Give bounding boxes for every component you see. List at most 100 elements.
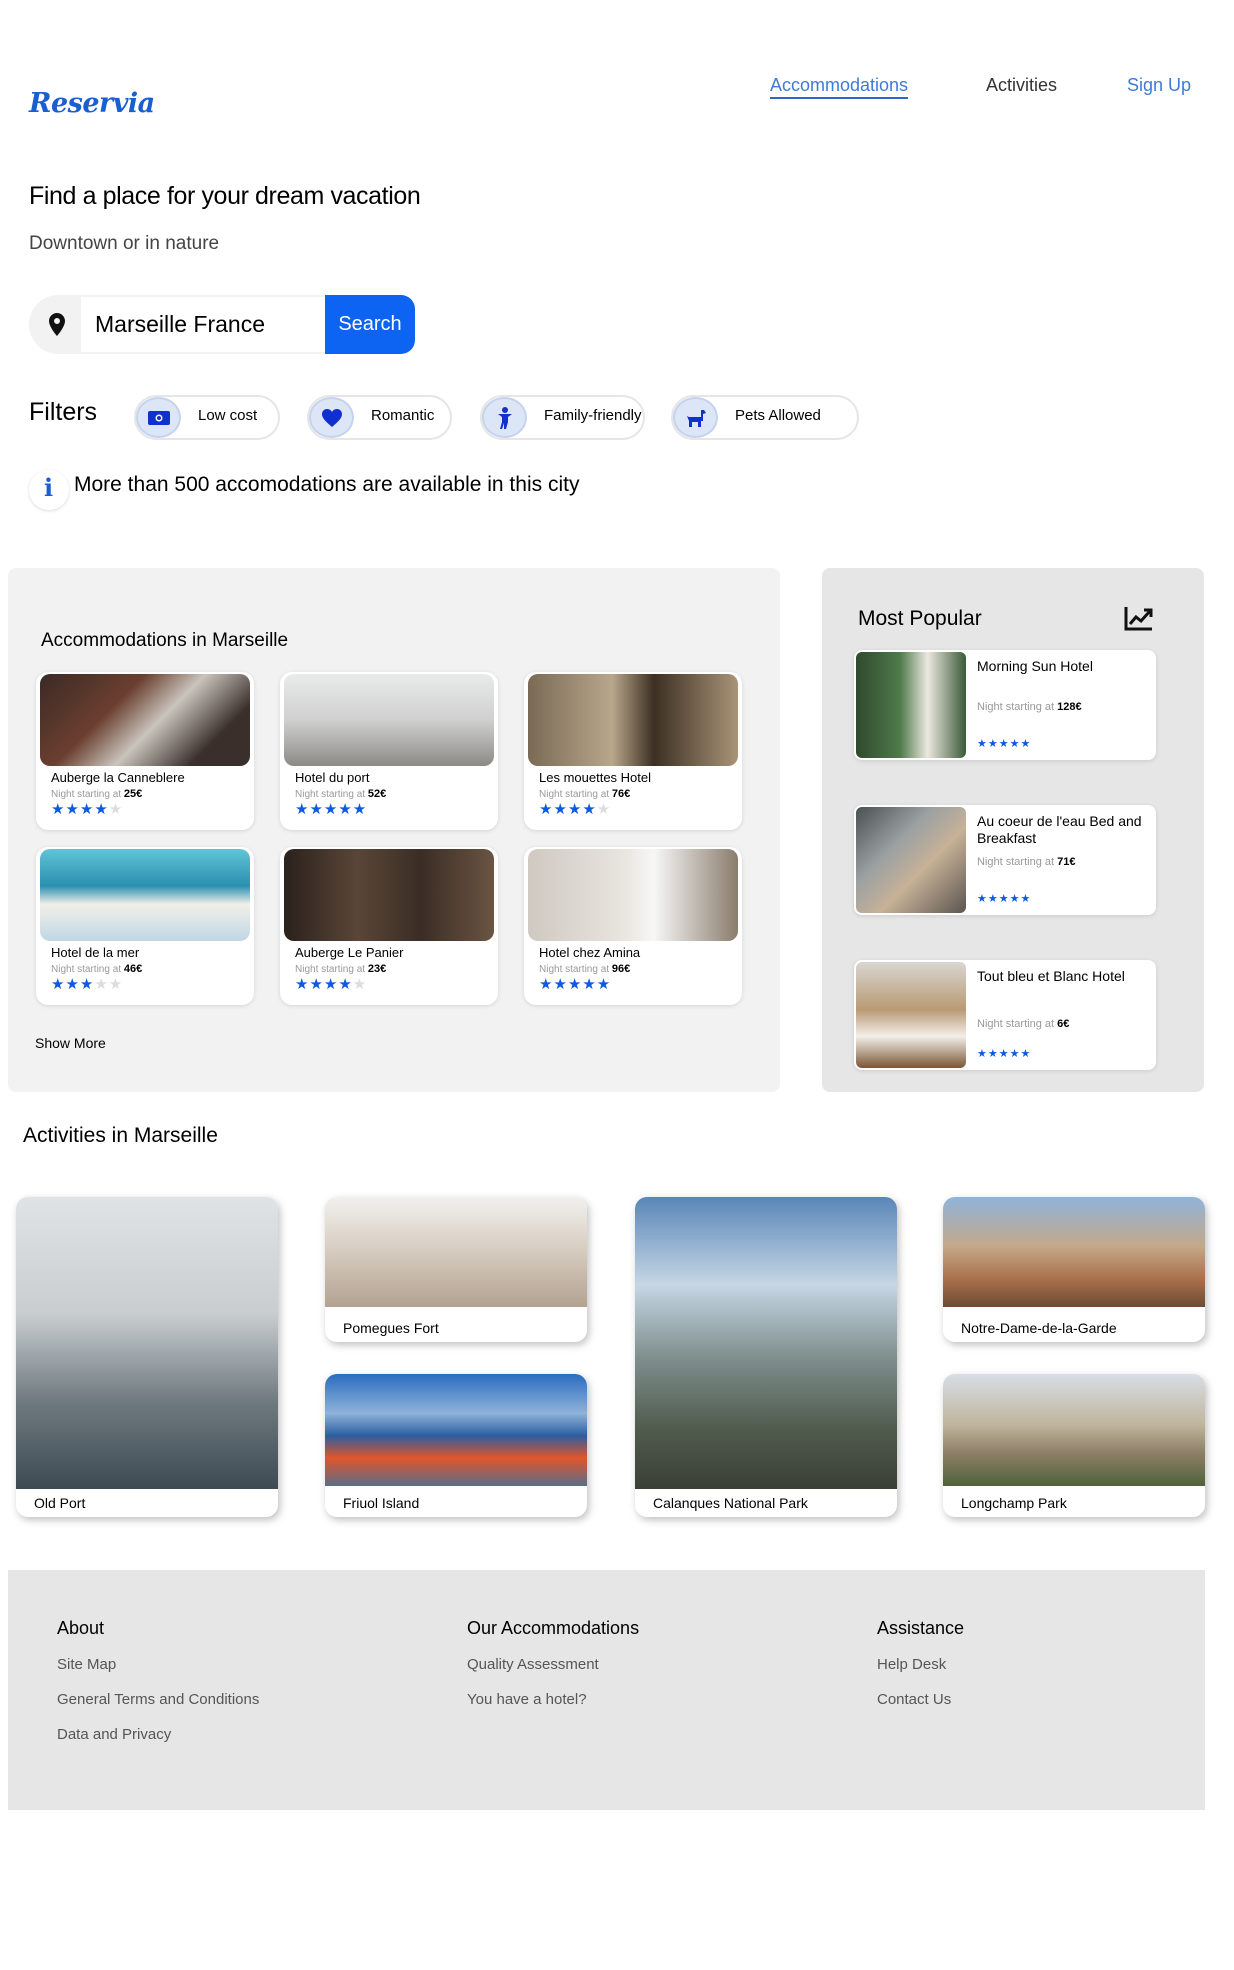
accommodation-photo [40, 849, 250, 941]
most-popular-section: Most Popular Morning Sun Hotel Night sta… [822, 568, 1204, 1092]
popular-name: Tout bleu et Blanc Hotel [977, 968, 1125, 984]
accommodations-section: Accommodations in Marseille Auberge la C… [8, 568, 780, 1092]
footer-heading: About [57, 1618, 105, 1638]
accommodation-price: Night starting at 52€ [295, 788, 387, 800]
rating-stars: ★★★★★ [51, 975, 124, 993]
activity-label: Notre-Dame-de-la-Garde [961, 1320, 1117, 1336]
popular-name: Morning Sun Hotel [977, 658, 1093, 674]
activity-card[interactable]: Pomegues Fort [325, 1197, 587, 1342]
heart-icon [309, 397, 354, 438]
filter-romantic[interactable]: Romantic [307, 395, 452, 440]
activity-photo [635, 1197, 897, 1489]
activity-photo [325, 1374, 587, 1486]
footer-heading: Assistance [877, 1618, 965, 1638]
nav-signup[interactable]: Sign Up [1127, 75, 1191, 96]
accommodation-card[interactable]: Auberge la Canneblere Night starting at … [36, 672, 254, 830]
nav-accommodations[interactable]: Accommodations [770, 75, 909, 99]
accommodation-price: Night starting at 96€ [539, 963, 631, 975]
activity-photo [943, 1374, 1205, 1486]
accommodation-photo [528, 674, 738, 766]
activity-card[interactable]: Old Port [16, 1197, 278, 1517]
info-glyph: i [44, 473, 54, 502]
footer-link[interactable]: You have a hotel? [467, 1691, 639, 1708]
rating-stars: ★★★★★ [51, 800, 124, 818]
main-nav: Accommodations Activities Sign Up [0, 75, 1234, 105]
popular-card[interactable]: Morning Sun Hotel Night starting at 128€… [854, 650, 1156, 760]
accommodation-card[interactable]: Hotel chez Amina Night starting at 96€ ★… [524, 847, 742, 1005]
accommodation-price: Night starting at 76€ [539, 788, 631, 800]
activity-card[interactable]: Longchamp Park [943, 1374, 1205, 1517]
activity-label: Pomegues Fort [343, 1320, 439, 1336]
activity-label: Old Port [34, 1495, 86, 1511]
footer-link[interactable]: Quality Assessment [467, 1656, 639, 1673]
filter-label: Low cost [198, 407, 258, 424]
popular-price: Night starting at 128€ [977, 701, 1082, 713]
footer-assistance: Assistance Help Desk Contact Us [877, 1618, 964, 1726]
search-button[interactable]: Search [325, 295, 415, 354]
filter-family-friendly[interactable]: Family-friendly [480, 395, 645, 440]
activity-card[interactable]: Friuol Island [325, 1374, 587, 1517]
footer-about: About Site Map General Terms and Conditi… [57, 1618, 259, 1761]
accommodation-name: Auberge Le Panier [295, 945, 404, 960]
accommodation-card[interactable]: Les mouettes Hotel Night starting at 76€… [524, 672, 742, 830]
filter-low-cost[interactable]: Low cost [134, 395, 280, 440]
money-icon [136, 397, 181, 438]
accommodation-name: Hotel de la mer [51, 945, 140, 960]
rating-stars: ★★★★★ [977, 737, 1032, 750]
filter-pets-allowed[interactable]: Pets Allowed [671, 395, 859, 440]
popular-price: Night starting at 71€ [977, 856, 1076, 868]
activity-photo [943, 1197, 1205, 1307]
popular-photo [856, 962, 966, 1068]
dog-icon [673, 397, 718, 438]
activity-card[interactable]: Calanques National Park [635, 1197, 897, 1517]
accommodation-name: Auberge la Canneblere [51, 770, 185, 785]
popular-price: Night starting at 6€ [977, 1018, 1070, 1030]
nav-activities[interactable]: Activities [986, 75, 1057, 96]
activity-label: Friuol Island [343, 1495, 420, 1511]
filters-label: Filters [29, 398, 98, 426]
accommodation-name: Les mouettes Hotel [539, 770, 652, 785]
search-input[interactable] [81, 297, 327, 352]
filter-label: Romantic [371, 407, 435, 424]
info-icon: i [29, 470, 69, 510]
popular-name: Au coeur de l'eau Bed and Breakfast [977, 813, 1142, 846]
accommodation-card[interactable]: Hotel du port Night starting at 52€ ★★★★… [280, 672, 498, 830]
rating-stars: ★★★★★ [295, 800, 368, 818]
footer-heading: Our Accommodations [467, 1618, 640, 1638]
accommodation-name: Hotel chez Amina [539, 945, 641, 960]
accommodation-price: Night starting at 46€ [51, 963, 143, 975]
child-icon [482, 397, 527, 438]
footer-accommodations: Our Accommodations Quality Assessment Yo… [467, 1618, 639, 1726]
activity-label: Calanques National Park [653, 1495, 808, 1511]
footer-link[interactable]: General Terms and Conditions [57, 1691, 259, 1708]
popular-card[interactable]: Tout bleu et Blanc Hotel Night starting … [854, 960, 1156, 1070]
activity-card[interactable]: Notre-Dame-de-la-Garde [943, 1197, 1205, 1342]
activity-photo [325, 1197, 587, 1307]
accommodation-price: Night starting at 25€ [51, 788, 143, 800]
accommodation-card[interactable]: Auberge Le Panier Night starting at 23€ … [280, 847, 498, 1005]
popular-card[interactable]: Au coeur de l'eau Bed and Breakfast Nigh… [854, 805, 1156, 915]
accommodation-name: Hotel du port [295, 770, 370, 785]
most-popular-title: Most Popular [858, 607, 982, 630]
accommodations-title: Accommodations in Marseille [41, 630, 289, 651]
footer-link[interactable]: Help Desk [877, 1656, 964, 1673]
popular-photo [856, 807, 966, 913]
trending-chart-icon [1124, 607, 1153, 631]
page: Reservia Accommodations Activities Sign … [0, 0, 1234, 1970]
accommodation-photo [284, 674, 494, 766]
filter-label: Pets Allowed [735, 407, 821, 424]
search-bar: Search [29, 295, 415, 354]
info-message: More than 500 accomodations are availabl… [74, 473, 580, 496]
hero-subtitle: Downtown or in nature [29, 233, 220, 254]
accommodation-card[interactable]: Hotel de la mer Night starting at 46€ ★★… [36, 847, 254, 1005]
show-more-link[interactable]: Show More [35, 1035, 106, 1051]
footer-link[interactable]: Data and Privacy [57, 1726, 259, 1743]
location-pin-icon [49, 313, 65, 336]
rating-stars: ★★★★★ [977, 1047, 1032, 1060]
footer-link[interactable]: Site Map [57, 1656, 259, 1673]
footer: About Site Map General Terms and Conditi… [8, 1570, 1205, 1810]
hero-title: Find a place for your dream vacation [29, 182, 421, 210]
footer-link[interactable]: Contact Us [877, 1691, 964, 1708]
rating-stars: ★★★★★ [977, 892, 1032, 905]
activity-photo [16, 1197, 278, 1489]
